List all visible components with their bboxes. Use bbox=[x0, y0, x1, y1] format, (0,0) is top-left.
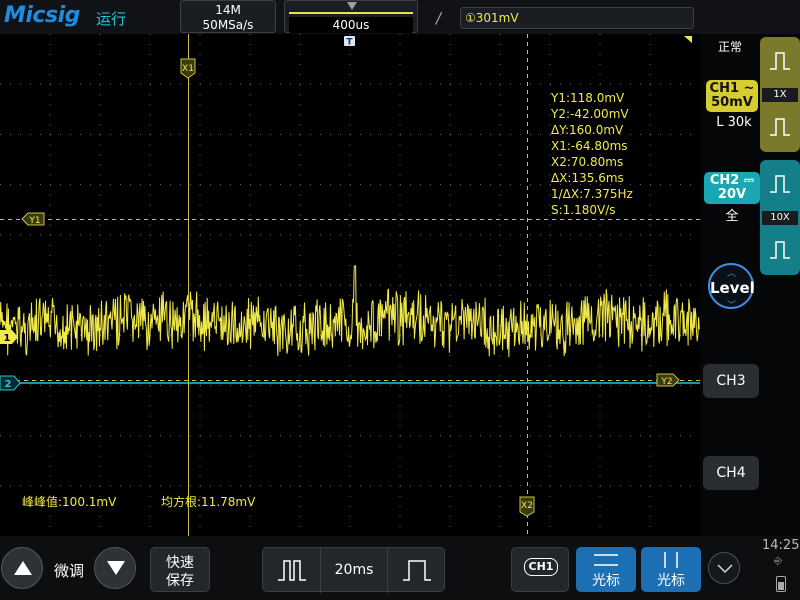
ch2-bandwidth: 全 bbox=[725, 209, 739, 224]
vertical-cursor-icon bbox=[664, 552, 678, 568]
ch2-probe-control[interactable]: 10X bbox=[760, 160, 800, 275]
memory-depth: 14M bbox=[215, 3, 241, 17]
ch2-offset-marker: 2 bbox=[0, 375, 21, 391]
pulse-down-icon bbox=[770, 241, 790, 259]
horizontal-cursor-label: 光标 bbox=[592, 573, 620, 589]
trigger-mode-status[interactable]: 正常 bbox=[700, 38, 760, 55]
ch1-label: CH1 ~ bbox=[709, 81, 755, 96]
ch1-waveform bbox=[0, 265, 700, 358]
ch1-scale-badge[interactable]: CH1 ~ 50mV bbox=[706, 80, 758, 112]
vertical-cursor-label: 光标 bbox=[657, 573, 685, 589]
ch2-label: CH2 ⎓ bbox=[709, 173, 755, 188]
cursor-x2-value: X2:70.80ms bbox=[551, 155, 624, 169]
peak-to-peak-measurement[interactable]: 峰峰值:100.1mV bbox=[22, 494, 116, 510]
ch1-probe-ratio: 1X bbox=[762, 88, 798, 102]
wide-pulse-icon bbox=[403, 560, 431, 581]
top-bar: Micsig 运行 14M 50MSa/s 400us / ①301mV bbox=[0, 0, 800, 34]
cursor-x1-tag: X1 bbox=[180, 58, 196, 79]
ch1-marker-label: 1 bbox=[4, 333, 11, 344]
trigger-time-marker-icon: T bbox=[344, 36, 355, 48]
rising-edge-icon[interactable]: / bbox=[436, 9, 441, 27]
trigger-level-arrow-icon bbox=[684, 36, 692, 43]
pulse-down-icon bbox=[770, 118, 790, 136]
triangle-down-icon bbox=[107, 561, 125, 575]
brand-logo: Micsig bbox=[4, 3, 80, 28]
cursor-x2-label: X2 bbox=[521, 501, 533, 511]
quick-save-line1: 快速 bbox=[166, 555, 194, 571]
quick-save-button[interactable]: 快速 保存 bbox=[150, 547, 210, 592]
fine-adjust-label: 微调 bbox=[54, 562, 85, 580]
fine-adjust-down-button[interactable] bbox=[94, 547, 136, 589]
pulse-up-icon bbox=[770, 52, 790, 70]
ch2-scale: 20V bbox=[717, 187, 747, 202]
collapse-menu-button[interactable] bbox=[708, 552, 740, 584]
cursor-measurement-panel: Y1:118.0mV Y2:-42.00mV ΔY:160.0mV X1:-64… bbox=[551, 90, 633, 218]
ch1-scale: 50mV bbox=[711, 95, 753, 110]
triangle-up-icon bbox=[14, 561, 32, 575]
usb-icon: ⎆ bbox=[774, 556, 782, 567]
timebase-control: 20ms bbox=[262, 547, 446, 593]
cursor-y2-value: Y2:-42.00mV bbox=[551, 107, 629, 121]
ch1-probe-control[interactable]: 1X bbox=[760, 37, 800, 152]
waveform-display[interactable]: T X1 X2 Y1 Y2 1 2 Y1:118.0mV Y2:-42.00mV… bbox=[0, 34, 700, 536]
narrow-pulse-icon bbox=[278, 560, 306, 581]
trigger-level-display[interactable]: ①301mV bbox=[460, 7, 694, 29]
ch2-scale-badge[interactable]: CH2 ⎓ 20V bbox=[704, 172, 760, 204]
chevron-down-icon bbox=[717, 564, 733, 574]
trigger-marker-label: T bbox=[346, 38, 353, 48]
cursor-y2-label: Y2 bbox=[660, 377, 672, 387]
cursor-y1-value: Y1:118.0mV bbox=[551, 91, 625, 105]
cursor-delta-y-value: ΔY:160.0mV bbox=[551, 123, 624, 137]
cursor-frequency-value: 1/ΔX:7.375Hz bbox=[551, 187, 633, 201]
quick-save-line2: 保存 bbox=[166, 573, 194, 589]
acquisition-settings[interactable]: 14M 50MSa/s bbox=[180, 0, 276, 33]
ch1-impedance: L 30k bbox=[716, 115, 752, 130]
sample-rate: 50MSa/s bbox=[202, 18, 254, 32]
timebase-slower-button[interactable] bbox=[387, 548, 446, 593]
trigger-level-value: ①301mV bbox=[465, 11, 519, 25]
vertical-cursor-button[interactable]: 光标 bbox=[641, 547, 701, 592]
cursor-x2-tag: X2 bbox=[519, 496, 535, 517]
pulse-up-icon bbox=[770, 175, 790, 193]
timebase-value[interactable]: 20ms bbox=[321, 548, 387, 593]
level-label: Level bbox=[710, 279, 755, 297]
trigger-position-marker-icon bbox=[347, 2, 357, 10]
cursor-source-chip: CH1 bbox=[524, 558, 558, 576]
ch1-offset-marker: 1 bbox=[0, 330, 18, 344]
chevron-up-icon: ︿ bbox=[727, 269, 737, 279]
ch4-button[interactable]: CH4 bbox=[703, 456, 759, 490]
cursor-x1-value: X1:-64.80ms bbox=[551, 139, 628, 153]
timebase-faster-button[interactable] bbox=[263, 548, 321, 593]
cursor-y1-label: Y1 bbox=[28, 216, 40, 226]
memory-window-strip bbox=[289, 12, 413, 14]
horizontal-position-value: 400us bbox=[289, 17, 413, 33]
battery-icon bbox=[776, 576, 786, 592]
ch2-probe-ratio: 10X bbox=[762, 211, 798, 225]
run-stop-status[interactable]: 运行 bbox=[96, 8, 126, 29]
clock: 14:25 bbox=[762, 538, 800, 553]
horizontal-cursor-button[interactable]: 光标 bbox=[576, 547, 636, 592]
cursor-delta-x-value: ΔX:135.6ms bbox=[551, 171, 624, 185]
horizontal-position-control[interactable]: 400us bbox=[284, 0, 418, 33]
cursor-x1-label: X1 bbox=[182, 64, 194, 74]
rms-measurement[interactable]: 均方根:11.78mV bbox=[161, 494, 255, 510]
cursor-y1-tag: Y1 bbox=[21, 212, 45, 226]
ch3-button[interactable]: CH3 bbox=[703, 364, 759, 398]
cursor-y2-tag: Y2 bbox=[656, 373, 680, 387]
chevron-down-icon: ﹀ bbox=[727, 301, 737, 311]
ch2-marker-label: 2 bbox=[5, 379, 12, 390]
trigger-level-knob[interactable]: ︿ Level ﹀ bbox=[708, 263, 755, 311]
cursor-slope-value: S:1.180V/s bbox=[551, 203, 616, 217]
cursor-source-button[interactable]: CH1 bbox=[511, 547, 569, 592]
fine-adjust-up-button[interactable] bbox=[1, 547, 43, 589]
horizontal-cursor-icon bbox=[594, 554, 618, 566]
